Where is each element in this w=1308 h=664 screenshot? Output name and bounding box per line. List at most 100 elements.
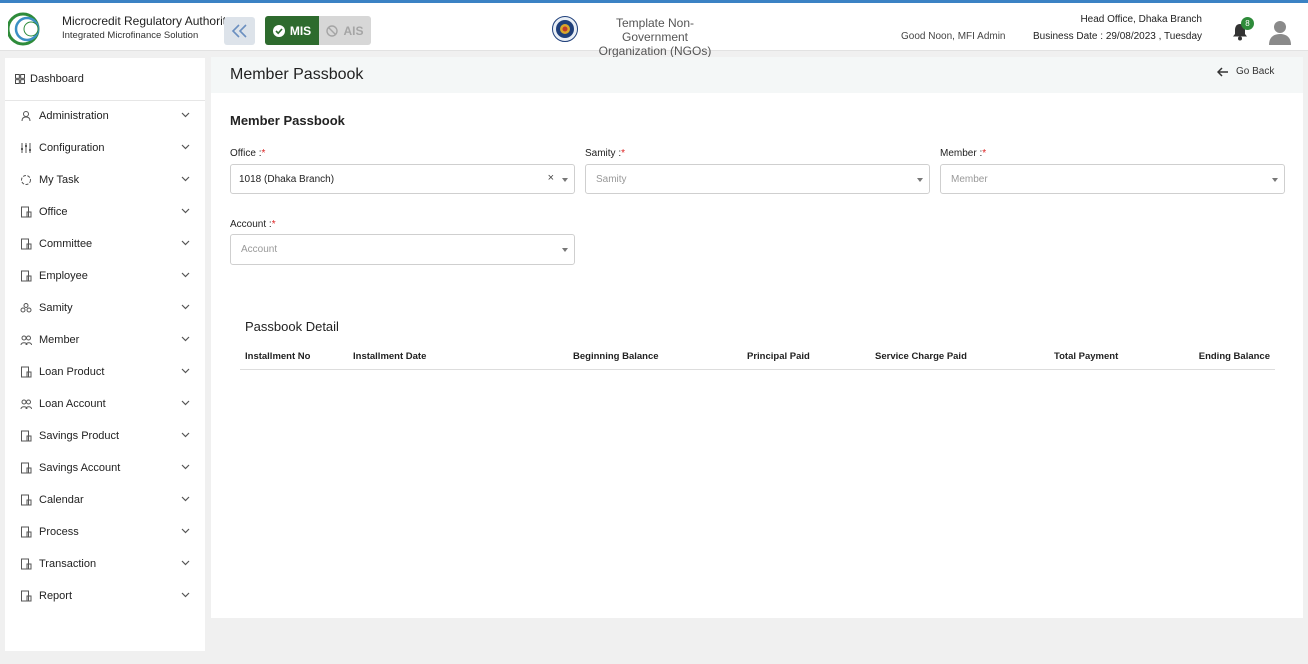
branch-name: Head Office, Dhaka Branch xyxy=(1080,14,1202,25)
sidebar-item-member[interactable]: Member xyxy=(5,324,205,356)
mis-mode-button[interactable]: MIS xyxy=(265,16,319,45)
chevron-down-icon xyxy=(181,272,190,278)
caret-down-icon xyxy=(562,178,568,182)
sidebar-item-loan-product[interactable]: Loan Product xyxy=(5,356,205,388)
admin-icon xyxy=(21,111,31,122)
chevron-down-icon xyxy=(181,464,190,470)
samity-select[interactable]: Samity xyxy=(585,164,930,194)
org-name-line1: Template Non-Government xyxy=(615,16,695,44)
sidebar-item-label: Dashboard xyxy=(30,73,84,85)
passbook-detail-title: Passbook Detail xyxy=(245,319,339,334)
government-seal-icon xyxy=(552,16,578,42)
chevron-down-icon xyxy=(181,240,190,246)
sidebar-item-label: Committee xyxy=(39,238,93,250)
chevron-down-icon xyxy=(181,336,190,342)
brand-title: Microcredit Regulatory Authority xyxy=(62,14,233,28)
sidebar-item-committee[interactable]: Committee xyxy=(5,228,205,260)
calendar-icon xyxy=(21,494,32,506)
sidebar-item-my-task[interactable]: My Task xyxy=(5,164,205,196)
chevron-down-icon xyxy=(181,432,190,438)
sidebar-item-samity[interactable]: Samity xyxy=(5,292,205,324)
committee-icon xyxy=(21,238,32,250)
member-label: Member :* xyxy=(940,148,987,159)
sidebar: Dashboard Administration Configuration M… xyxy=(5,58,205,651)
sidebar-item-label: Savings Product xyxy=(39,430,120,442)
account-select[interactable]: Account xyxy=(230,234,575,265)
column-header-installment-no: Installment No xyxy=(245,351,311,362)
caret-down-icon xyxy=(917,178,923,182)
sidebar-item-loan-account[interactable]: Loan Account xyxy=(5,388,205,420)
sidebar-item-calendar[interactable]: Calendar xyxy=(5,484,205,516)
sidebar-item-employee[interactable]: Employee xyxy=(5,260,205,292)
column-header-principal-paid: Principal Paid xyxy=(747,351,810,362)
sidebar-item-label: Samity xyxy=(39,302,73,314)
sidebar-item-process[interactable]: Process xyxy=(5,516,205,548)
chevron-down-icon xyxy=(181,560,190,566)
notification-badge: 8 xyxy=(1241,17,1254,30)
sidebar-item-transaction[interactable]: Transaction xyxy=(5,548,205,580)
column-header-beginning-balance: Beginning Balance xyxy=(573,351,659,362)
sidebar-item-savings-account[interactable]: Savings Account xyxy=(5,452,205,484)
sliders-icon xyxy=(21,143,31,153)
user-avatar-icon[interactable] xyxy=(1268,19,1292,45)
sidebar-item-label: Loan Account xyxy=(39,398,106,410)
column-header-ending-balance: Ending Balance xyxy=(1198,351,1270,362)
sidebar-item-label: Administration xyxy=(39,110,109,122)
ais-label: AIS xyxy=(343,23,364,38)
report-icon xyxy=(21,590,32,602)
organization-name: Template Non-Government Organization (NG… xyxy=(585,16,725,58)
page-title: Member Passbook xyxy=(230,66,364,83)
chevron-down-icon xyxy=(181,368,190,374)
sidebar-item-administration[interactable]: Administration xyxy=(5,100,205,132)
sidebar-item-dashboard[interactable]: Dashboard xyxy=(5,58,205,101)
sidebar-item-label: Loan Product xyxy=(39,366,105,378)
sidebar-item-label: Process xyxy=(39,526,79,538)
savings-account-icon xyxy=(21,462,32,474)
member-placeholder: Member xyxy=(951,173,988,185)
dashboard-grid-icon xyxy=(15,74,25,84)
clear-icon[interactable]: × xyxy=(548,172,554,184)
chevron-down-icon xyxy=(181,144,190,150)
column-header-installment-date: Installment Date xyxy=(353,351,427,362)
passbook-table-header: Installment No Installment Date Beginnin… xyxy=(240,345,1275,370)
office-select[interactable]: 1018 (Dhaka Branch) × xyxy=(230,164,575,194)
go-back-button[interactable]: Go Back xyxy=(1217,66,1274,77)
mra-logo xyxy=(8,12,40,46)
sidebar-item-label: Employee xyxy=(39,270,88,282)
org-name-line2: Organization (NGOs) xyxy=(598,44,712,58)
chevron-down-icon xyxy=(181,176,190,182)
caret-down-icon xyxy=(562,248,568,252)
arrow-left-icon xyxy=(1217,66,1228,77)
sidebar-collapse-button[interactable] xyxy=(224,17,255,45)
business-date: Business Date : 29/08/2023 , Tuesday xyxy=(1033,31,1202,42)
chevron-down-icon xyxy=(181,112,190,118)
process-icon xyxy=(21,526,32,538)
chevron-down-icon xyxy=(181,496,190,502)
ais-mode-button[interactable]: AIS xyxy=(319,16,371,45)
sidebar-item-label: Savings Account xyxy=(39,462,121,474)
sidebar-item-report[interactable]: Report xyxy=(5,580,205,612)
app-header: Microcredit Regulatory Authority Integra… xyxy=(0,3,1308,58)
member-select[interactable]: Member xyxy=(940,164,1285,194)
main-content: Member Passbook Office :* 1018 (Dhaka Br… xyxy=(211,93,1303,618)
mis-label: MIS xyxy=(289,23,312,38)
sidebar-item-office[interactable]: Office xyxy=(5,196,205,228)
column-header-service-charge-paid: Service Charge Paid xyxy=(875,351,967,362)
member-icon xyxy=(20,335,32,346)
form-section-title: Member Passbook xyxy=(230,113,345,128)
samity-placeholder: Samity xyxy=(596,173,627,185)
sidebar-item-label: Calendar xyxy=(39,494,84,506)
sidebar-item-configuration[interactable]: Configuration xyxy=(5,132,205,164)
sidebar-item-savings-product[interactable]: Savings Product xyxy=(5,420,205,452)
chevron-down-icon xyxy=(181,592,190,598)
chevron-down-icon xyxy=(181,208,190,214)
page-header: Member Passbook Go Back xyxy=(211,57,1303,93)
chevron-down-icon xyxy=(181,304,190,310)
chevron-down-icon xyxy=(181,400,190,406)
office-value: 1018 (Dhaka Branch) xyxy=(239,173,335,185)
account-placeholder: Account xyxy=(241,244,278,255)
transaction-icon xyxy=(21,558,32,570)
sidebar-item-label: My Task xyxy=(39,174,80,186)
double-chevron-left-icon xyxy=(231,24,247,38)
sidebar-item-label: Member xyxy=(39,334,80,346)
